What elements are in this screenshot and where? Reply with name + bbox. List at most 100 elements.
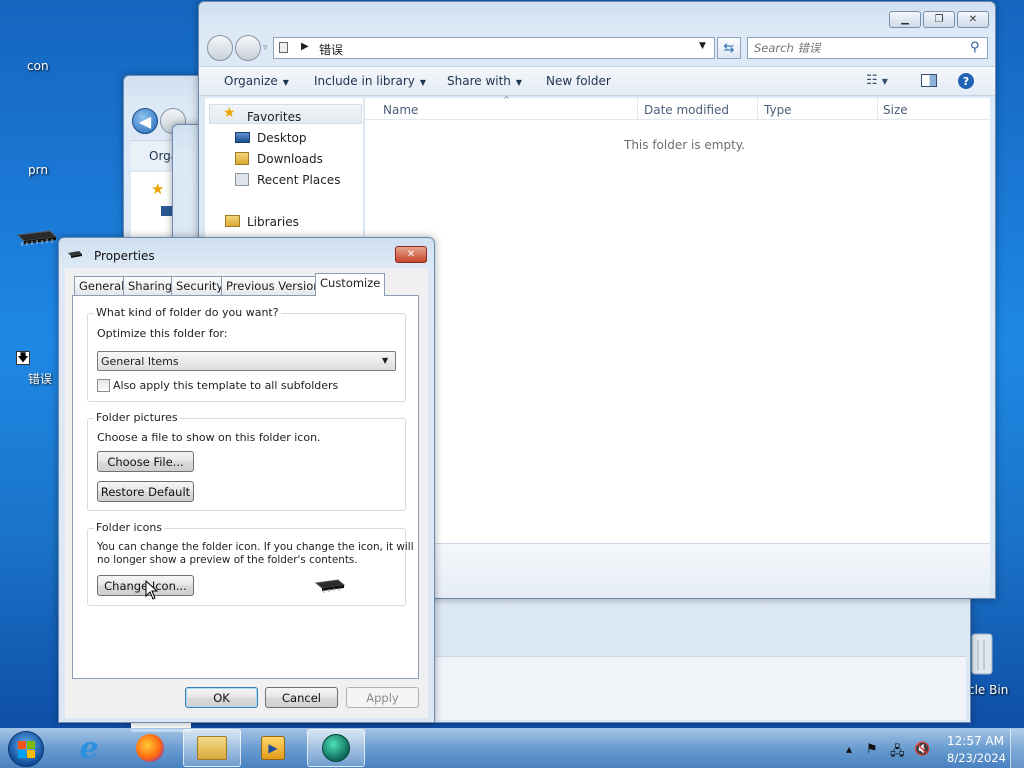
tab-sharing[interactable]: Sharing — [123, 276, 178, 295]
column-divider — [637, 98, 638, 120]
close-button[interactable]: ✕ — [957, 11, 989, 28]
desktop-icon-error-folder[interactable]: 错误 — [28, 370, 52, 387]
tab-security[interactable]: Security — [171, 276, 229, 295]
share-with-menu[interactable]: Share with ▼ — [447, 74, 522, 88]
dialog-close-button[interactable]: ✕ — [395, 246, 427, 263]
restore-icon: ❐ — [934, 14, 944, 25]
apply-subfolders-checkbox[interactable] — [97, 379, 110, 392]
folder-location-icon — [279, 42, 288, 53]
search-input[interactable] — [752, 40, 962, 56]
libraries-icon — [225, 215, 240, 227]
search-icon[interactable]: ⚲ — [970, 40, 980, 55]
folder-type-group-title: What kind of folder do you want? — [94, 306, 281, 319]
chevron-down-icon: ▼ — [282, 78, 289, 87]
recent-pages-dropdown-icon[interactable]: ▿ — [263, 43, 268, 53]
optimize-select[interactable]: General Items ▼ — [97, 351, 396, 371]
empty-folder-message: This folder is empty. — [624, 138, 745, 152]
restore-default-button[interactable]: Restore Default — [97, 481, 194, 502]
folder-pictures-description: Choose a file to show on this folder ico… — [97, 431, 321, 444]
close-icon: ✕ — [968, 14, 978, 25]
minimize-icon: ▁ — [901, 14, 909, 25]
taskbar-explorer[interactable] — [183, 729, 241, 767]
recent-places-icon — [235, 173, 249, 186]
choose-file-button[interactable]: Choose File... — [97, 451, 194, 472]
nav-desktop[interactable]: Desktop — [257, 131, 307, 145]
show-desktop-button[interactable] — [1010, 729, 1024, 768]
desktop-icon-prn[interactable]: prn — [28, 163, 48, 177]
volume-muted-icon[interactable]: 🔇 — [914, 742, 930, 757]
dialog-title: Properties — [94, 249, 155, 263]
clock-date[interactable]: 8/23/2024 — [947, 751, 1006, 765]
include-in-library-menu[interactable]: Include in library ▼ — [314, 74, 426, 88]
column-date-modified[interactable]: Date modified — [644, 103, 729, 117]
app-icon — [322, 734, 350, 762]
clock-time[interactable]: 12:57 AM — [947, 734, 1004, 748]
taskbar-internet-explorer[interactable]: e — [60, 729, 118, 767]
sort-ascending-icon: ^ — [503, 95, 510, 104]
network-icon[interactable]: 🖧 — [890, 742, 905, 764]
chip-icon — [67, 248, 83, 258]
folder-pictures-group-title: Folder pictures — [94, 411, 180, 424]
star-icon: ★ — [151, 180, 165, 198]
media-player-icon: ▶ — [261, 736, 285, 760]
organize-menu[interactable]: Organize ▼ — [224, 74, 289, 88]
desktop-icon-con[interactable]: con — [27, 59, 49, 73]
maximize-button[interactable]: ❐ — [923, 11, 955, 28]
optimize-select-value: General Items — [101, 355, 179, 368]
nav-libraries[interactable]: Libraries — [247, 215, 299, 229]
folder-icons-description-line1: You can change the folder icon. If you c… — [97, 541, 414, 553]
optimize-label: Optimize this folder for: — [97, 327, 228, 340]
chevron-down-icon: ▼ — [382, 356, 389, 365]
ok-button[interactable]: OK — [185, 687, 258, 708]
column-name[interactable]: Name — [383, 103, 418, 117]
refresh-icon[interactable]: ⇆ — [717, 37, 741, 59]
help-icon[interactable]: ? — [958, 73, 974, 89]
internet-explorer-icon: e — [79, 730, 99, 766]
minimize-button[interactable]: ▁ — [889, 11, 921, 28]
search-box[interactable]: ⚲ — [747, 37, 988, 59]
shortcut-arrow-icon: 🡇 — [16, 350, 30, 365]
tab-customize[interactable]: Customize — [315, 273, 386, 296]
column-divider — [877, 98, 878, 120]
folder-icons-group-title: Folder icons — [94, 521, 165, 534]
column-type[interactable]: Type — [764, 103, 792, 117]
column-divider — [757, 98, 758, 120]
chip-icon[interactable] — [16, 229, 58, 246]
address-bar[interactable]: ▶ 错误 ▼ — [273, 37, 715, 59]
column-size[interactable]: Size — [883, 103, 908, 117]
folder-icons-description-line2: no longer show a preview of the folder's… — [97, 554, 358, 566]
tab-general[interactable]: General — [74, 276, 130, 295]
star-icon: ★ — [223, 105, 236, 121]
taskbar-firefox[interactable] — [121, 729, 179, 767]
new-folder-button[interactable]: New folder — [546, 74, 611, 88]
address-dropdown-icon[interactable]: ▼ — [699, 41, 706, 51]
preview-pane-icon[interactable] — [921, 74, 937, 87]
address-text[interactable]: 错误 — [319, 41, 343, 58]
apply-subfolders-label[interactable]: Also apply this template to all subfolde… — [113, 379, 338, 392]
view-options-icon[interactable]: ☷ ▼ — [866, 73, 888, 88]
action-center-flag-icon[interactable]: ⚑ — [866, 742, 878, 757]
taskbar-app-chip[interactable] — [307, 729, 365, 767]
nav-recent-places[interactable]: Recent Places — [257, 173, 340, 187]
recycle-bin-icon[interactable] — [970, 630, 994, 676]
nav-favorites[interactable]: Favorites — [247, 110, 301, 124]
desktop-icon-recycle-bin[interactable]: cle Bin — [968, 683, 1008, 697]
mouse-cursor-icon — [145, 579, 159, 600]
forward-button[interactable] — [235, 35, 261, 61]
close-icon: ✕ — [406, 249, 416, 260]
apply-button[interactable]: Apply — [346, 687, 419, 708]
chevron-down-icon: ▼ — [419, 78, 427, 87]
taskbar-media-player[interactable]: ▶ — [244, 729, 302, 767]
folder-icon-preview — [314, 578, 346, 594]
back-arrow-icon[interactable]: ◀ — [132, 108, 158, 134]
start-button[interactable] — [8, 731, 44, 767]
file-list[interactable]: ^ — [365, 95, 990, 543]
nav-downloads[interactable]: Downloads — [257, 152, 323, 166]
downloads-folder-icon — [235, 152, 249, 165]
show-hidden-icons-icon[interactable]: ▴ — [846, 742, 852, 756]
firefox-icon — [136, 734, 164, 762]
cancel-button[interactable]: Cancel — [265, 687, 338, 708]
back-button[interactable] — [207, 35, 233, 61]
breadcrumb-arrow-icon[interactable]: ▶ — [301, 41, 309, 52]
windows-logo-icon — [17, 740, 35, 758]
